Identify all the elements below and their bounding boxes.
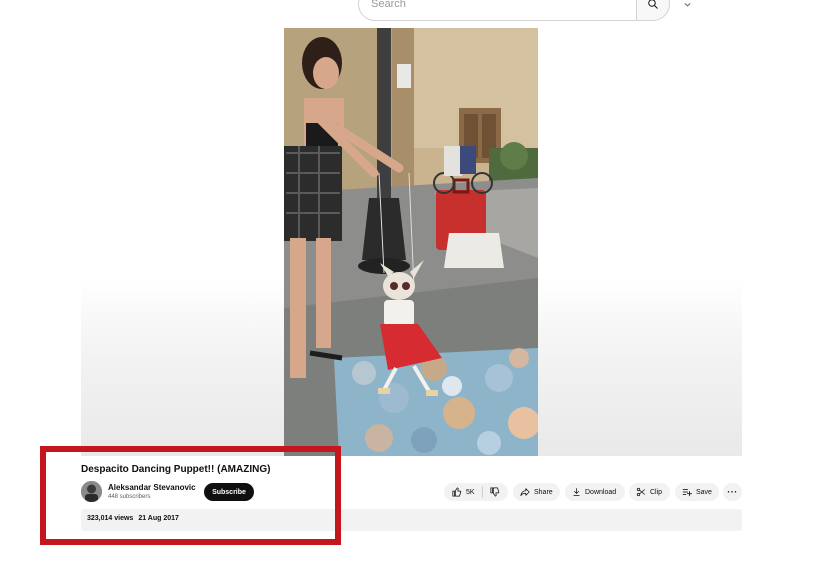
- thumbs-up-icon: [452, 487, 462, 497]
- search-icon: [648, 0, 658, 9]
- download-label: Download: [585, 488, 617, 496]
- dislike-button[interactable]: [490, 487, 500, 497]
- share-arrow-icon: [520, 488, 530, 497]
- upload-date: 21 Aug 2017: [138, 515, 179, 522]
- search-bar: [358, 0, 694, 22]
- video-title: Despacito Dancing Puppet!! (AMAZING): [81, 464, 271, 475]
- scissors-icon: [636, 487, 645, 497]
- playlist-add-icon: [682, 489, 692, 497]
- clip-label: Clip: [650, 488, 663, 496]
- download-button[interactable]: Download: [565, 483, 625, 501]
- channel-name[interactable]: Aleksandar Stevanovic: [108, 483, 196, 492]
- like-dislike-group: 5K: [444, 483, 508, 501]
- clip-button[interactable]: Clip: [629, 483, 670, 501]
- subscribe-button[interactable]: Subscribe: [204, 483, 254, 501]
- save-label: Save: [696, 488, 712, 496]
- search-button[interactable]: [636, 0, 670, 21]
- download-icon: [573, 488, 580, 496]
- description-box[interactable]: 323,014 views 21 Aug 2017: [81, 509, 742, 531]
- video-frame[interactable]: [284, 28, 538, 456]
- more-actions-button[interactable]: ···: [723, 483, 742, 501]
- like-count: 5K: [466, 488, 475, 496]
- subscriber-count: 448 subscribers: [108, 494, 151, 500]
- view-count: 323,014 views: [87, 515, 134, 522]
- video-still-image: [284, 28, 538, 456]
- thumbs-down-icon: [490, 487, 499, 497]
- like-divider: [481, 486, 483, 498]
- share-label: Share: [534, 488, 553, 496]
- youtube-watch-page: Despacito Dancing Puppet!! (AMAZING) Ale…: [0, 0, 831, 561]
- share-button[interactable]: Share: [513, 483, 560, 501]
- save-button[interactable]: Save: [675, 483, 719, 501]
- channel-avatar[interactable]: [81, 481, 102, 502]
- chevron-down-icon[interactable]: [680, 0, 694, 11]
- search-input[interactable]: [358, 0, 636, 21]
- like-button[interactable]: 5K: [452, 487, 475, 497]
